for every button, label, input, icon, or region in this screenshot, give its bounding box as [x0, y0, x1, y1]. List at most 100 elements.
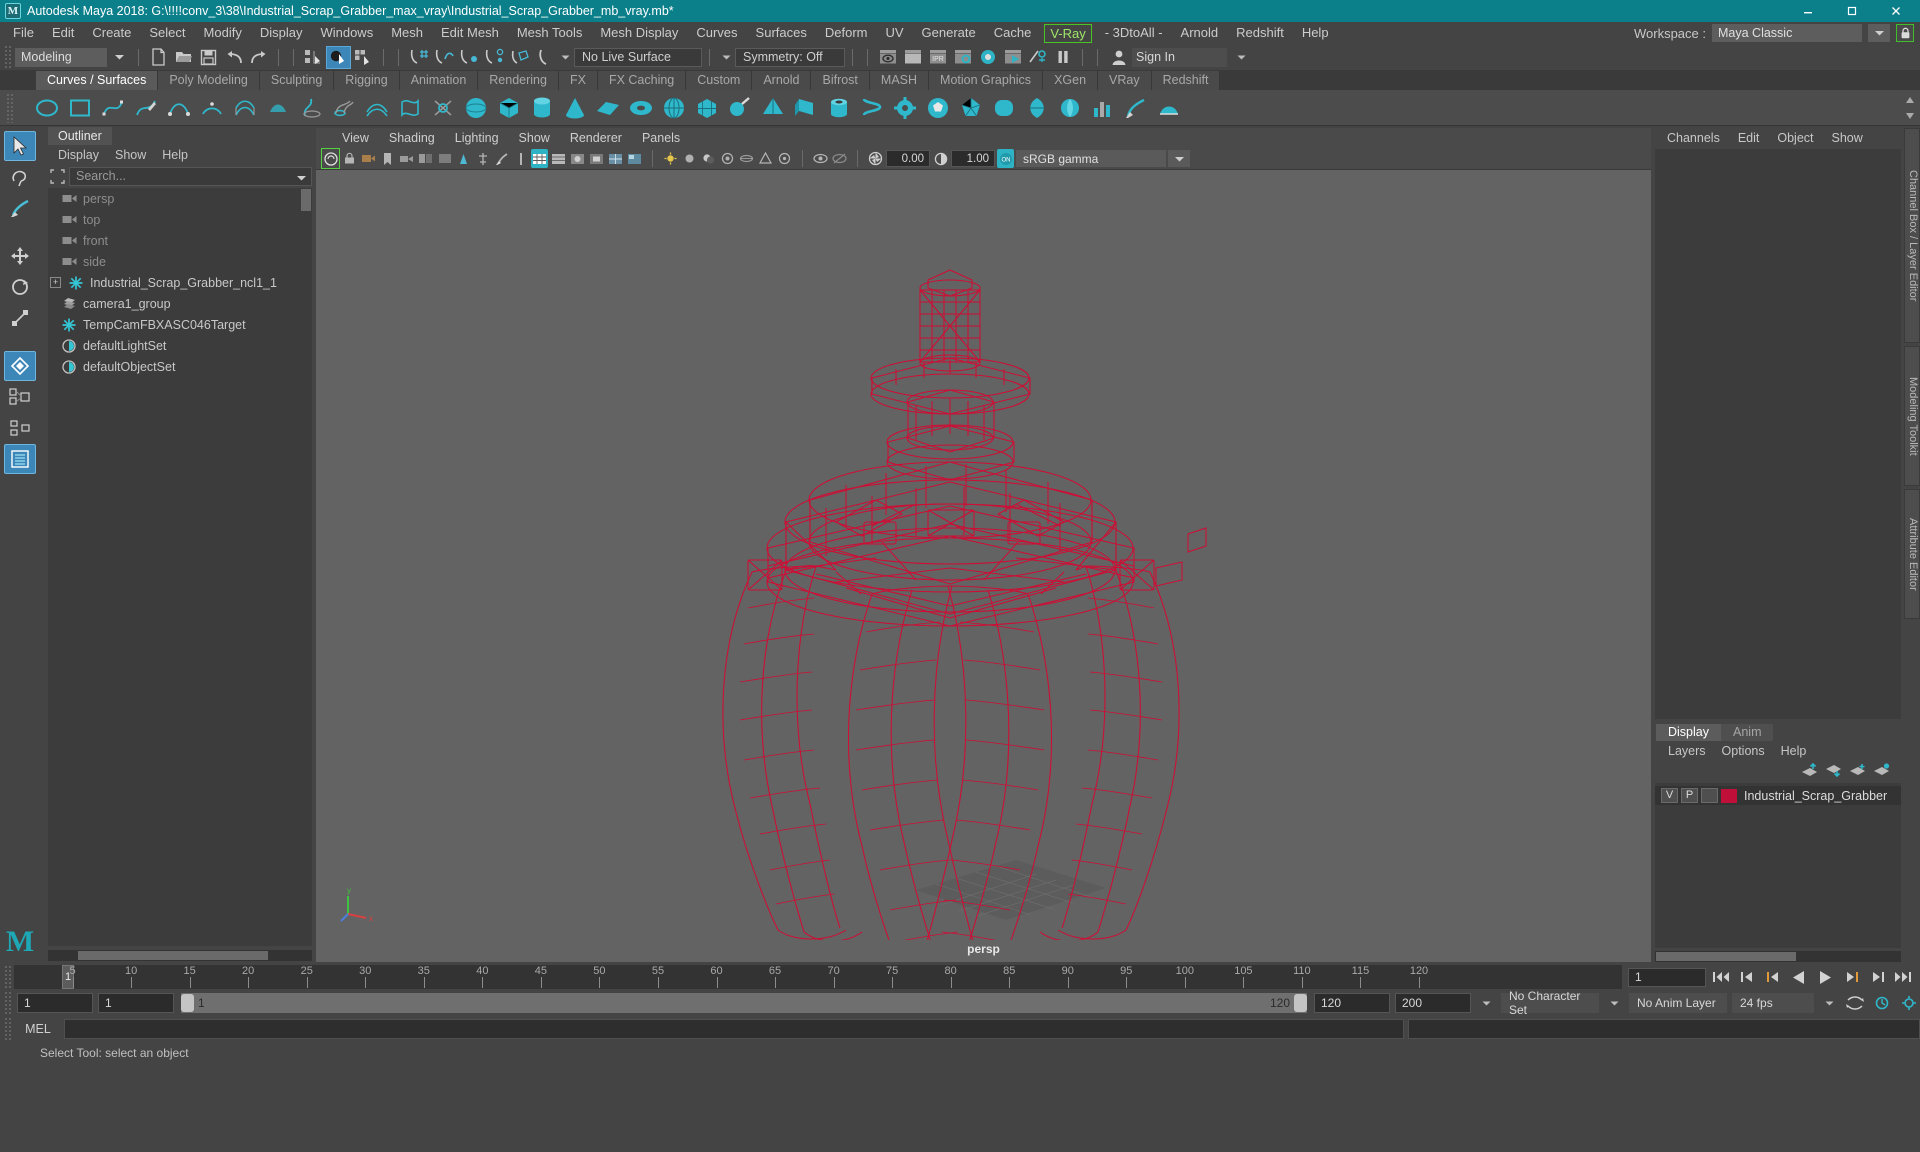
- nurbs-square-icon[interactable]: [67, 95, 93, 121]
- layer-menu-options[interactable]: Options: [1714, 744, 1773, 758]
- live-surface-field[interactable]: No Live Surface: [574, 47, 702, 67]
- layer-tab-anim[interactable]: Anim: [1721, 724, 1774, 741]
- expand-plus-icon[interactable]: +: [50, 277, 61, 288]
- hypershade-button[interactable]: [975, 46, 1000, 69]
- outliner-item-industrial-scrap-grabber[interactable]: + Industrial_Scrap_Grabber_ncl1_1: [48, 272, 312, 293]
- depth-of-field-icon[interactable]: [776, 149, 793, 168]
- gear-primitive-icon[interactable]: [892, 95, 918, 121]
- shelf-tab-motion-graphics[interactable]: Motion Graphics: [929, 71, 1044, 90]
- selection-brackets-icon[interactable]: [48, 167, 66, 185]
- render-view-toggle-button[interactable]: [1025, 46, 1050, 69]
- command-grip[interactable]: [4, 1017, 12, 1041]
- shelf-tab-sculpting[interactable]: Sculpting: [259, 71, 335, 90]
- snap-to-curve-button[interactable]: [431, 46, 456, 69]
- layer-tab-display[interactable]: Display: [1656, 724, 1721, 741]
- outliner-menu-show[interactable]: Show: [107, 148, 154, 162]
- exposure-value-field[interactable]: 0.00: [886, 150, 930, 167]
- symmetry-chevron-icon[interactable]: [717, 48, 735, 67]
- shelf-tab-curves-surfaces[interactable]: Curves / Surfaces: [36, 71, 159, 90]
- outliner-tab[interactable]: Outliner: [48, 127, 112, 145]
- render-settings-button[interactable]: [950, 46, 975, 69]
- outliner-panel-button[interactable]: [4, 444, 36, 474]
- new-layer-from-selected-icon[interactable]: [1873, 762, 1890, 780]
- character-set-select[interactable]: No Character Set: [1501, 989, 1599, 1017]
- menu-redshift[interactable]: Redshift: [1227, 22, 1293, 44]
- color-space-select[interactable]: sRGB gamma: [1016, 150, 1166, 167]
- channelbox-menu-object[interactable]: Object: [1768, 131, 1822, 145]
- sculpt-geometry-icon[interactable]: [727, 95, 753, 121]
- menu-vray[interactable]: V-Ray: [1044, 23, 1092, 43]
- menu-set-select[interactable]: Modeling: [15, 47, 107, 67]
- maximize-button[interactable]: [1830, 0, 1874, 22]
- select-by-hierarchy-button[interactable]: [301, 46, 326, 69]
- range-end-handle[interactable]: [1294, 994, 1307, 1012]
- go-to-start-button[interactable]: [1710, 967, 1732, 987]
- birail-surface-icon[interactable]: [364, 95, 390, 121]
- isolate-select-off-icon[interactable]: [831, 149, 848, 168]
- camera-attributes-icon[interactable]: [360, 149, 377, 168]
- shade-all-icon[interactable]: [569, 149, 586, 168]
- shelf-tab-arnold[interactable]: Arnold: [752, 71, 812, 90]
- move-tool-button[interactable]: [4, 241, 36, 271]
- shelf-tab-rendering[interactable]: Rendering: [478, 71, 559, 90]
- save-scene-button[interactable]: [196, 46, 221, 69]
- shadows-icon[interactable]: [700, 149, 717, 168]
- scrollbar-thumb[interactable]: [301, 189, 311, 211]
- shelf-grip[interactable]: [6, 93, 14, 123]
- rotate-tool-button[interactable]: [4, 272, 36, 302]
- outliner-item-tempcam-target[interactable]: TempCamFBXASC046Target: [48, 314, 312, 335]
- light-manip-icon[interactable]: [493, 149, 510, 168]
- prism-primitive-icon[interactable]: [793, 95, 819, 121]
- shelf-tab-custom[interactable]: Custom: [686, 71, 753, 90]
- arc-three-point-icon[interactable]: [199, 95, 225, 121]
- show-manipulator-button[interactable]: [4, 382, 36, 412]
- color-space-chevron-icon[interactable]: [1168, 150, 1190, 167]
- channelbox-menu-edit[interactable]: Edit: [1729, 131, 1769, 145]
- texture-display-icon[interactable]: [626, 149, 643, 168]
- shelf-tab-fx-caching[interactable]: FX Caching: [597, 71, 687, 90]
- layer-color-swatch[interactable]: [1721, 788, 1737, 803]
- menu-set-chevron-icon[interactable]: [107, 48, 131, 67]
- layer-visibility-toggle[interactable]: V: [1661, 788, 1678, 803]
- ipr-render-button[interactable]: IPR: [925, 46, 950, 69]
- snap-to-grid-button[interactable]: [406, 46, 431, 69]
- layer-menu-help[interactable]: Help: [1773, 744, 1815, 758]
- menu-edit[interactable]: Edit: [43, 22, 83, 44]
- menu-file[interactable]: File: [4, 22, 43, 44]
- outliner-item-camera1-group[interactable]: camera1_group: [48, 293, 312, 314]
- scrollbar-thumb[interactable]: [78, 951, 268, 960]
- 3d-viewport[interactable]: y x persp: [316, 170, 1651, 962]
- resolution-gate-icon[interactable]: [474, 149, 491, 168]
- shelf-scroll-arrows[interactable]: [1904, 94, 1916, 122]
- anim-layer-chevron-icon[interactable]: [1604, 1000, 1624, 1007]
- paint-effects-icon[interactable]: [1123, 95, 1149, 121]
- pause-render-button[interactable]: [1050, 46, 1075, 69]
- workspace-select[interactable]: Maya Classic: [1712, 24, 1862, 42]
- command-output[interactable]: [1408, 1019, 1920, 1039]
- live-surface-chevron-icon[interactable]: [556, 48, 574, 67]
- soccer-ball-primitive-icon[interactable]: [925, 95, 951, 121]
- gamma-icon[interactable]: [932, 149, 949, 168]
- wireframe-shading-icon[interactable]: [531, 149, 548, 168]
- viewport-menu-renderer[interactable]: Renderer: [560, 131, 632, 145]
- helix-primitive-icon[interactable]: [859, 95, 885, 121]
- preferences-gear-button[interactable]: [1898, 993, 1920, 1013]
- menu-cache[interactable]: Cache: [985, 22, 1041, 44]
- extrude-surface-icon[interactable]: [331, 95, 357, 121]
- torus-primitive-icon[interactable]: [628, 95, 654, 121]
- planar-surface-icon[interactable]: [265, 95, 291, 121]
- menu-modify[interactable]: Modify: [195, 22, 251, 44]
- go-to-end-button[interactable]: [1892, 967, 1914, 987]
- timeline-grip[interactable]: [4, 965, 12, 989]
- chart-graph-icon[interactable]: [1090, 95, 1116, 121]
- menu-mesh[interactable]: Mesh: [382, 22, 432, 44]
- soft-body-icon[interactable]: [1156, 95, 1182, 121]
- nurbs-circle-icon[interactable]: [34, 95, 60, 121]
- subdiv-surface-icon[interactable]: [694, 95, 720, 121]
- multisample-aa-icon[interactable]: [757, 149, 774, 168]
- close-button[interactable]: [1874, 0, 1918, 22]
- boundary-surface-icon[interactable]: [397, 95, 423, 121]
- component-editor-button[interactable]: [4, 413, 36, 443]
- anim-layer-select[interactable]: No Anim Layer: [1629, 993, 1727, 1013]
- symmetry-field[interactable]: Symmetry: Off: [735, 47, 845, 67]
